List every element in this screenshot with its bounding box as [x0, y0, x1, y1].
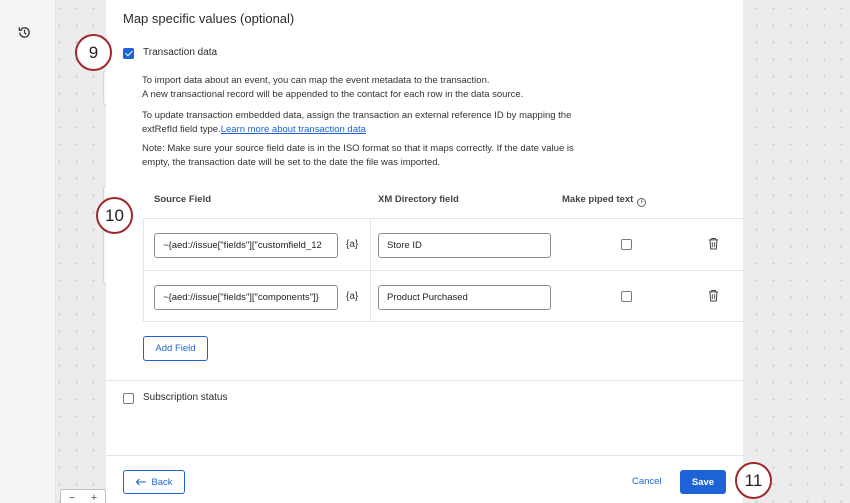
info-line: To import data about an event, you can m… [142, 75, 490, 86]
trash-icon[interactable] [708, 237, 719, 250]
xm-directory-header: XM Directory field [378, 194, 459, 205]
embedded-data-text: To update transaction embedded data, ass… [142, 109, 612, 136]
subscription-status-checkbox[interactable] [123, 393, 134, 404]
piped-text-icon[interactable]: {a} [346, 291, 358, 302]
info-line: extRefId field type. [142, 123, 221, 135]
piped-text-header: Make piped text i [562, 194, 647, 207]
transaction-data-label: Transaction data [143, 47, 218, 58]
make-piped-text-checkbox[interactable] [621, 239, 632, 250]
section-title: Map specific values (optional) [123, 11, 295, 26]
piped-text-icon[interactable]: {a} [346, 239, 358, 250]
subscription-status-label: Subscription status [143, 392, 228, 403]
info-line: Note: Make sure your source field date i… [142, 143, 574, 154]
arrow-left-icon [136, 478, 147, 486]
step-badge-11: 11 [735, 462, 772, 499]
source-field-input[interactable]: ~{aed://issue["fields"]["components"]} [154, 285, 338, 310]
back-button[interactable]: Back [123, 470, 185, 494]
transaction-data-checkbox[interactable] [123, 48, 134, 59]
info-line: empty, the transaction date will be set … [142, 156, 441, 168]
xm-directory-field-select[interactable]: Store ID [378, 233, 551, 258]
row-divider [143, 321, 743, 322]
source-field-header: Source Field [154, 194, 212, 205]
column-divider [370, 218, 371, 321]
history-icon[interactable] [17, 25, 32, 40]
back-button-label: Back [151, 476, 173, 488]
source-field-input[interactable]: ~{aed://issue["fields"]["customfield_12 [154, 233, 338, 258]
transaction-info-text: To import data about an event, you can m… [142, 74, 612, 101]
step-badge-9: 9 [75, 34, 112, 71]
cancel-button[interactable]: Cancel [632, 476, 662, 487]
xm-directory-field-select[interactable]: Product Purchased [378, 285, 551, 310]
learn-more-link[interactable]: Learn more about transaction data [221, 124, 366, 135]
info-icon[interactable]: i [637, 198, 647, 207]
left-rail [0, 0, 56, 503]
info-line: To update transaction embedded data, ass… [142, 110, 572, 121]
footer-divider [106, 455, 743, 456]
trash-icon[interactable] [708, 289, 719, 302]
zoom-control[interactable]: − + [60, 489, 106, 503]
section-divider [106, 380, 743, 381]
date-note-text: Note: Make sure your source field date i… [142, 142, 612, 169]
add-field-button[interactable]: Add Field [143, 336, 208, 361]
piped-text-header-label: Make piped text [562, 194, 634, 205]
make-piped-text-checkbox[interactable] [621, 291, 632, 302]
row-divider [143, 270, 743, 271]
step-badge-10: 10 [96, 197, 133, 234]
save-button[interactable]: Save [680, 470, 726, 494]
mapping-modal: Map specific values (optional) Transacti… [106, 0, 743, 503]
zoom-in-button[interactable]: + [91, 492, 97, 503]
zoom-out-button[interactable]: − [69, 492, 75, 503]
info-line: A new transactional record will be appen… [142, 88, 524, 100]
